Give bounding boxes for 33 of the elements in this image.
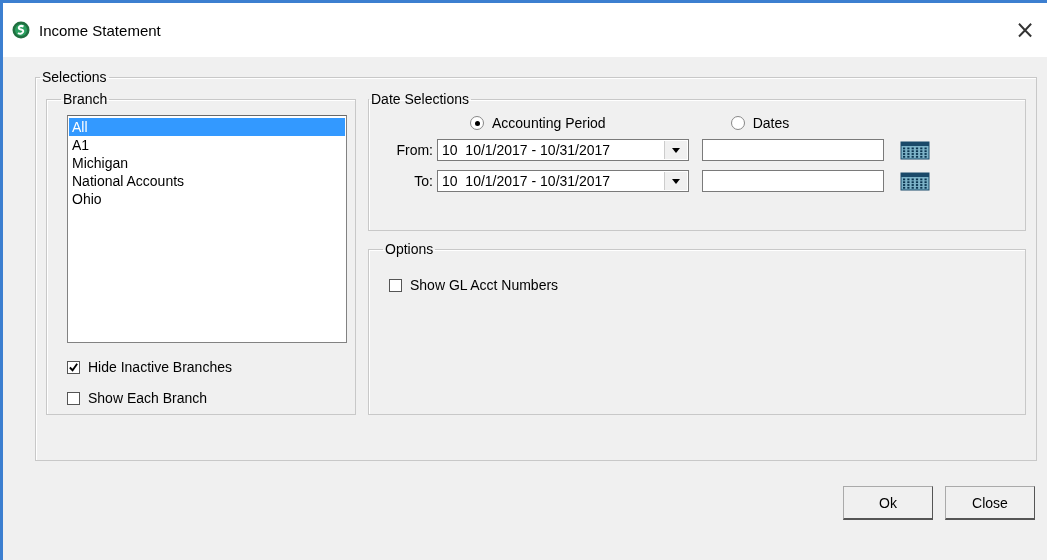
radio-label: Accounting Period [492, 115, 606, 131]
group-title: Date Selections [370, 91, 471, 107]
branch-item[interactable]: Ohio [69, 190, 345, 208]
dialog-button[interactable]: Ok [843, 486, 933, 520]
group-title: Branch [62, 91, 109, 107]
field-label: To: [413, 173, 434, 189]
dropdown-arrow-icon [672, 147, 680, 153]
dropdown-arrow-icon [672, 178, 680, 184]
checkbox[interactable] [67, 360, 80, 374]
checkbox[interactable] [389, 278, 402, 292]
period-dropdown[interactable]: 10 10/1/2017 - 10/31/2017 [437, 170, 689, 192]
branch-item[interactable]: National Accounts [69, 172, 345, 190]
checkbox-label: Show GL Acct Numbers [410, 277, 559, 293]
date-field[interactable] [702, 139, 884, 161]
window-title: Income Statement [39, 21, 162, 39]
checkbox[interactable] [67, 391, 80, 405]
close-button[interactable]: × [1010, 18, 1039, 42]
group-title: Selections [41, 69, 108, 85]
radio-button[interactable] [470, 116, 484, 130]
branch-item[interactable]: A1 [69, 136, 345, 154]
group-title: Options [384, 241, 435, 257]
checkbox-label: Hide Inactive Branches [88, 359, 232, 375]
radio-button[interactable] [730, 116, 745, 130]
period-dropdown[interactable]: 10 10/1/2017 - 10/31/2017 [437, 139, 689, 161]
dialog-button[interactable]: Close [945, 486, 1035, 520]
calendar-icon[interactable] [900, 171, 930, 191]
date-field[interactable] [702, 170, 884, 192]
checkbox-label: Show Each Branch [88, 390, 208, 406]
app-logo-icon [12, 21, 30, 39]
calendar-icon[interactable] [900, 140, 930, 160]
radio-label: Dates [752, 115, 790, 131]
branch-item[interactable]: Michigan [69, 154, 345, 172]
field-label: From: [395, 142, 434, 158]
